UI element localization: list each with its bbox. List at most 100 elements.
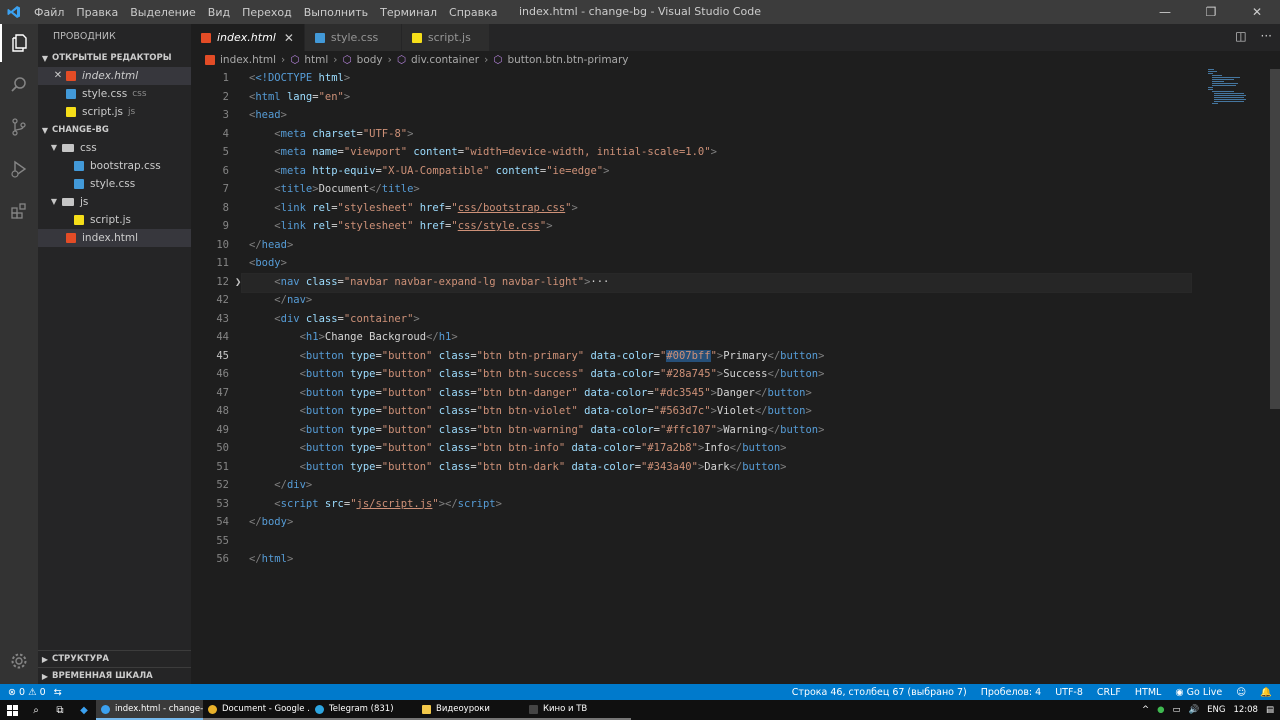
css-file-icon	[314, 32, 325, 43]
cube-icon: ⬡	[290, 54, 300, 66]
code-line: 9 <link rel="stylesheet" href="css/style…	[222, 220, 553, 232]
clock[interactable]: 12:08	[1233, 705, 1258, 715]
chevron-up-icon[interactable]: ^	[1142, 705, 1149, 715]
code-line: 5 <meta name="viewport" content="width=d…	[222, 146, 717, 158]
menu-view[interactable]: Вид	[202, 6, 236, 19]
open-editor-index[interactable]: ✕ index.html	[38, 67, 191, 85]
open-editor-script[interactable]: script.js js	[38, 103, 191, 121]
chevron-right-icon: ▶	[41, 654, 49, 664]
menu-selection[interactable]: Выделение	[124, 6, 202, 19]
chevron-right-icon: ›	[280, 54, 286, 66]
line-ending[interactable]: CRLF	[1097, 687, 1121, 698]
close-icon[interactable]: ✕	[50, 67, 66, 85]
notifications-icon[interactable]: ▤	[1266, 705, 1274, 715]
tab-script-js[interactable]: script.js	[401, 24, 490, 51]
taskbar-app-folder[interactable]: Видеоуроки	[417, 700, 524, 720]
menu-file[interactable]: Файл	[28, 6, 70, 19]
problems-indicator[interactable]: ⊗ 0 ⚠ 0	[8, 687, 46, 698]
taskbar-app-telegram[interactable]: Telegram (831)	[310, 700, 417, 720]
css-file-icon	[74, 179, 84, 189]
search-icon[interactable]: ⌕	[24, 700, 48, 720]
run-debug-icon[interactable]	[0, 150, 38, 188]
taskbar-app-vscode[interactable]: index.html - change-...	[96, 700, 203, 720]
minimap[interactable]	[1206, 69, 1266, 109]
system-tray: ^ ● ▭ 🔊 ENG 12:08 ▤	[1142, 705, 1274, 715]
menu-bar: Файл Правка Выделение Вид Переход Выполн…	[28, 0, 504, 24]
code-editor[interactable]: 1 <<!DOCTYPE html> 2 <html lang="en"> 3 <he…	[191, 69, 1192, 569]
source-control-icon[interactable]	[0, 108, 38, 146]
folder-css[interactable]: ▼ css	[38, 139, 191, 157]
folder-js[interactable]: ▼ js	[38, 193, 191, 211]
outline-header[interactable]: ▶ СТРУКТУРА	[38, 650, 191, 667]
search-icon[interactable]	[0, 66, 38, 104]
code-line: 49 <button type="button" class="btn btn-…	[216, 423, 825, 436]
file-script-js[interactable]: script.js	[38, 211, 191, 229]
windows-start-icon[interactable]	[0, 700, 24, 720]
extensions-icon[interactable]	[0, 192, 38, 230]
code-line: 48 <button type="button" class="btn btn-…	[216, 405, 812, 417]
shield-icon[interactable]: ●	[1157, 705, 1164, 715]
breadcrumb-html[interactable]: html	[304, 54, 328, 66]
live-share-icon[interactable]: ⇆	[54, 687, 62, 698]
breadcrumb-file[interactable]: index.html	[220, 54, 276, 66]
cube-icon: ⬡	[342, 54, 352, 66]
language-mode[interactable]: HTML	[1135, 687, 1161, 698]
code-line: 52 </div>	[216, 479, 313, 491]
chevron-right-icon: ›	[333, 54, 338, 66]
cursor-position[interactable]: Строка 46, столбец 67 (выбрано 7)	[792, 687, 967, 698]
bell-icon[interactable]: 🔔	[1260, 687, 1272, 698]
go-live-button[interactable]: ◉ Go Live	[1175, 687, 1222, 698]
vertical-scrollbar[interactable]	[1270, 69, 1280, 659]
window-controls: — ❐ ✕	[1142, 0, 1280, 24]
indentation[interactable]: Пробелов: 4	[981, 687, 1041, 698]
menu-edit[interactable]: Правка	[70, 6, 124, 19]
selected-text: #007bff	[666, 349, 711, 362]
broadcast-icon: ◉	[1175, 686, 1184, 698]
task-view-icon[interactable]: ⧉	[48, 700, 72, 720]
explorer-icon[interactable]	[0, 24, 38, 62]
volume-icon[interactable]: 🔊	[1189, 705, 1200, 715]
taskbar-app-movies[interactable]: Кино и ТВ	[524, 700, 631, 720]
taskbar-app-chrome[interactable]: Document - Google ...	[203, 700, 310, 720]
vscode-taskbar-icon[interactable]: ◆	[72, 700, 96, 720]
menu-terminal[interactable]: Терминал	[374, 6, 443, 19]
menu-help[interactable]: Справка	[443, 6, 503, 19]
close-icon[interactable]: ✕	[1234, 0, 1280, 24]
css-file-icon	[74, 161, 84, 171]
code-line: 6 <meta http-equiv="X-UA-Compatible" con…	[222, 164, 610, 177]
timeline-header[interactable]: ▶ ВРЕМЕННАЯ ШКАЛА	[38, 667, 191, 684]
code-line: 11 <body>	[216, 257, 287, 269]
breadcrumb-button[interactable]: button.btn.btn-primary	[507, 54, 628, 66]
scrollbar-thumb[interactable]	[1270, 69, 1280, 409]
encoding[interactable]: UTF-8	[1055, 687, 1083, 698]
film-icon	[529, 704, 538, 714]
warning-icon: ⚠	[28, 686, 37, 698]
breadcrumb-div[interactable]: div.container	[411, 54, 479, 66]
title-bar: Файл Правка Выделение Вид Переход Выполн…	[0, 0, 1280, 24]
restore-icon[interactable]: ❐	[1188, 0, 1234, 24]
open-editors-header[interactable]: ▼ ОТКРЫТЫЕ РЕДАКТОРЫ	[38, 50, 191, 67]
more-actions-icon[interactable]: ···	[1261, 29, 1272, 43]
tab-index-html[interactable]: index.html ✕	[191, 24, 305, 51]
menu-run[interactable]: Выполнить	[298, 6, 374, 19]
close-icon[interactable]: ✕	[284, 31, 294, 45]
tab-style-css[interactable]: style.css	[304, 24, 402, 51]
file-bootstrap-css[interactable]: bootstrap.css	[38, 157, 191, 175]
menu-go[interactable]: Переход	[236, 6, 298, 19]
feedback-icon[interactable]: ☺	[1236, 687, 1246, 698]
code-line: 55	[216, 534, 229, 547]
editor-area: index.html ✕ style.css script.js ◫ ··· i…	[191, 24, 1280, 684]
code-line: 10 </head>	[216, 238, 294, 251]
network-icon[interactable]: ▭	[1173, 705, 1181, 715]
breadcrumb-body[interactable]: body	[357, 54, 383, 66]
project-header[interactable]: ▼ CHANGE-BG	[38, 122, 191, 139]
keyboard-language[interactable]: ENG	[1207, 705, 1225, 715]
file-index-html[interactable]: index.html	[38, 229, 191, 247]
chevron-right-icon[interactable]: ❯	[235, 273, 241, 292]
file-style-css[interactable]: style.css	[38, 175, 191, 193]
settings-gear-icon[interactable]	[0, 642, 38, 680]
open-editor-style[interactable]: style.css css	[38, 85, 191, 103]
split-editor-icon[interactable]: ◫	[1235, 29, 1246, 43]
minimize-icon[interactable]: —	[1142, 0, 1188, 24]
code-line: 8 <link rel="stylesheet" href="css/boots…	[222, 201, 578, 214]
